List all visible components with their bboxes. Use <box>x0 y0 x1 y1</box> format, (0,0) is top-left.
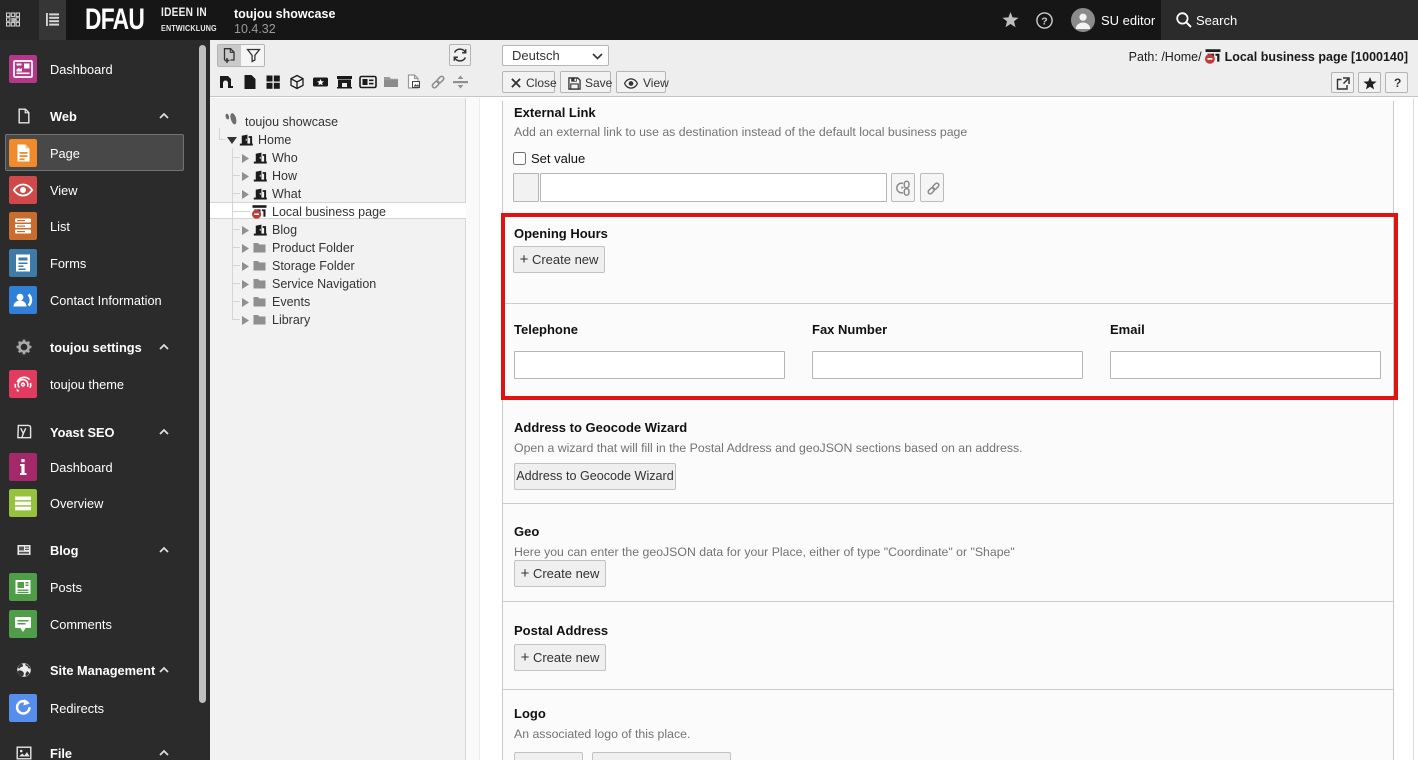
svg-text:?: ? <box>1041 15 1047 27</box>
